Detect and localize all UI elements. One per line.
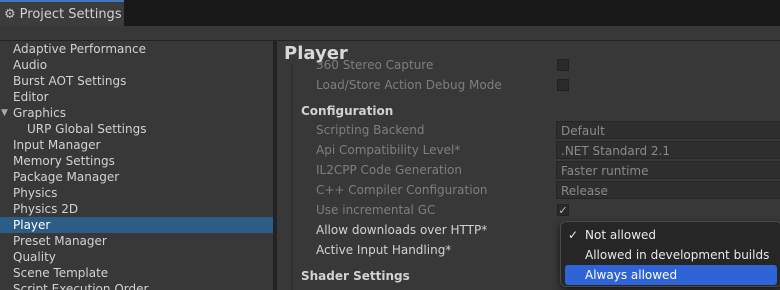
sidebar-item-label: Graphics	[13, 106, 66, 120]
sidebar-item-player[interactable]: Player	[0, 217, 273, 233]
sidebar-item-physics-2d[interactable]: Physics 2D	[0, 201, 273, 217]
option-label: Allowed in development builds	[585, 248, 770, 262]
option-allowed-in-dev-builds[interactable]: Allowed in development builds	[565, 245, 777, 265]
checkbox-stereo-capture[interactable]	[557, 59, 569, 71]
label-active-input: Active Input Handling*	[316, 243, 452, 257]
sidebar-item-memory-settings[interactable]: Memory Settings	[0, 153, 273, 169]
api-compat-dropdown[interactable]: .NET Standard 2.1	[556, 141, 780, 159]
check-icon: ✓	[568, 228, 579, 242]
indent-gutter	[291, 65, 293, 290]
sidebar-item-adaptive-performance[interactable]: Adaptive Performance	[0, 41, 273, 57]
il2cpp-gen-dropdown[interactable]: Faster runtime	[556, 161, 780, 179]
label-allow-http: Allow downloads over HTTP*	[316, 223, 488, 237]
sidebar-item-editor[interactable]: Editor	[0, 89, 273, 105]
tab-title: Project Settings	[19, 6, 122, 22]
label-il2cpp-gen: IL2CPP Code Generation	[316, 163, 463, 177]
label-cpp-compiler: C++ Compiler Configuration	[316, 183, 488, 197]
scripting-backend-dropdown[interactable]: Default	[556, 121, 780, 139]
option-label: Not allowed	[585, 228, 657, 242]
option-label: Always allowed	[585, 268, 678, 282]
check-icon: ✓	[558, 204, 568, 217]
foldout-expanded-icon[interactable]: ▼	[1, 105, 8, 121]
checkbox-incremental-gc[interactable]: ✓	[557, 204, 569, 216]
sidebar-item-package-manager[interactable]: Package Manager	[0, 169, 273, 185]
sidebar-item-burst-aot[interactable]: Burst AOT Settings	[0, 73, 273, 89]
option-not-allowed[interactable]: ✓ Not allowed	[565, 225, 777, 245]
tab-project-settings[interactable]: ⚙ Project Settings	[0, 0, 124, 26]
label-load-store-debug: Load/Store Action Debug Mode	[316, 78, 502, 92]
sidebar-item-script-execution-order[interactable]: Script Execution Order	[0, 281, 273, 290]
sidebar-item-urp-global[interactable]: URP Global Settings	[0, 121, 273, 137]
option-always-allowed[interactable]: Always allowed	[565, 265, 777, 285]
toolbar	[0, 26, 780, 41]
checkbox-load-store-debug[interactable]	[557, 79, 569, 91]
section-configuration[interactable]: Configuration	[301, 101, 393, 121]
gear-icon: ⚙	[4, 6, 16, 22]
label-api-compat: Api Compatibility Level*	[316, 143, 461, 157]
label-scripting-backend: Scripting Backend	[316, 123, 425, 137]
section-shader-settings[interactable]: Shader Settings	[301, 266, 410, 286]
sidebar-item-physics[interactable]: Physics	[0, 185, 273, 201]
title-bar: ⚙ Project Settings	[0, 0, 780, 26]
sidebar-item-graphics[interactable]: ▼ Graphics	[0, 105, 273, 121]
cpp-compiler-dropdown[interactable]: Release	[556, 181, 780, 199]
page-title: Player	[284, 43, 348, 64]
sidebar-item-audio[interactable]: Audio	[0, 57, 273, 73]
sidebar-item-input-manager[interactable]: Input Manager	[0, 137, 273, 153]
settings-sidebar: Adaptive Performance Audio Burst AOT Set…	[0, 41, 273, 290]
sidebar-item-preset-manager[interactable]: Preset Manager	[0, 233, 273, 249]
sidebar-item-scene-template[interactable]: Scene Template	[0, 265, 273, 281]
label-incremental-gc: Use incremental GC	[316, 203, 436, 217]
allow-http-dropdown-menu: ✓ Not allowed Allowed in development bui…	[560, 221, 780, 287]
sidebar-item-quality[interactable]: Quality	[0, 249, 273, 265]
